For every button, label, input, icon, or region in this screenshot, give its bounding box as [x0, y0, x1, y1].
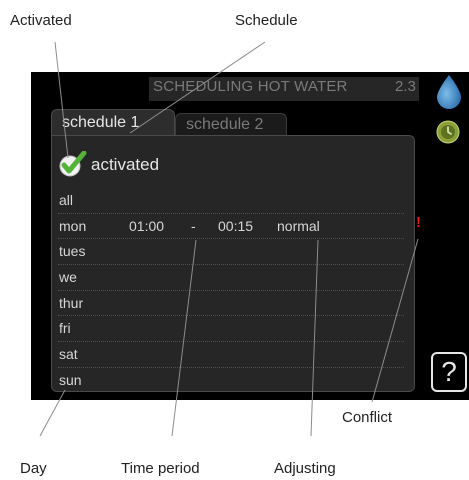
- device-screen: SCHEDULING HOT WATER 2.3 schedule 2 sche…: [31, 72, 469, 400]
- checkmark-icon: [59, 150, 87, 177]
- day-row-fri[interactable]: fri: [58, 316, 404, 343]
- activated-checkbox[interactable]: [59, 150, 87, 177]
- callout-time-period: Time period: [121, 460, 200, 477]
- day-row-thur[interactable]: thur: [58, 291, 404, 317]
- callout-conflict: Conflict: [342, 409, 393, 426]
- day-row-sat[interactable]: sat: [58, 342, 404, 368]
- adjusting-mode[interactable]: normal: [277, 214, 320, 238]
- menu-code: 2.3: [395, 78, 416, 95]
- start-time[interactable]: 01:00: [129, 214, 164, 238]
- callout-schedule: Schedule: [235, 12, 298, 29]
- help-icon: ?: [441, 356, 457, 387]
- day-label: tues: [59, 243, 86, 260]
- day-list: all mon 01:00 - 00:15 normal tues we thu…: [58, 188, 404, 393]
- tab-schedule-2[interactable]: schedule 2: [175, 113, 287, 135]
- callout-adjusting: Adjusting: [274, 460, 336, 477]
- day-label: fri: [59, 320, 71, 337]
- clock-icon: [436, 120, 460, 144]
- day-label: mon: [59, 217, 87, 234]
- header-title: SCHEDULING HOT WATER: [153, 78, 348, 95]
- water-drop-icon: [437, 75, 461, 109]
- day-label: sun: [59, 371, 82, 388]
- day-label: all: [59, 192, 74, 208]
- day-row-mon[interactable]: mon 01:00 - 00:15 normal: [58, 214, 404, 240]
- day-row-sun[interactable]: sun: [58, 368, 404, 393]
- day-label: we: [59, 269, 77, 286]
- time-separator: -: [191, 217, 196, 234]
- day-label: sat: [59, 346, 78, 363]
- day-row-tues[interactable]: tues: [58, 239, 404, 266]
- help-button[interactable]: ?: [431, 352, 467, 392]
- day-row-we[interactable]: we: [58, 265, 404, 291]
- day-row-all[interactable]: all: [58, 188, 404, 214]
- day-label: thur: [59, 294, 84, 311]
- activated-label: activated: [91, 155, 160, 174]
- end-time[interactable]: 00:15: [218, 214, 253, 238]
- tab-schedule-1[interactable]: schedule 1: [51, 109, 175, 135]
- callout-day: Day: [20, 460, 47, 477]
- conflict-icon: !: [416, 214, 421, 231]
- callout-activated: Activated: [10, 12, 72, 29]
